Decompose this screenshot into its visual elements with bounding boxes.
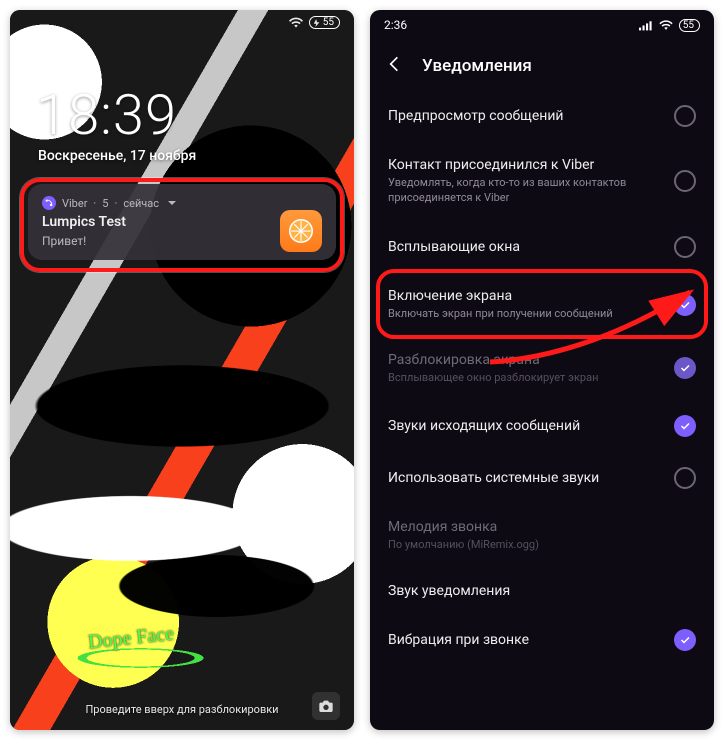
lockscreen-clock: 18:39 (36, 82, 177, 148)
settings-row-7: Мелодия звонка По умолчанию (MiRemix.ogg) (370, 504, 714, 568)
settings-row-4: Разблокировка экрана Всплывающее окно раз… (370, 337, 714, 401)
row-title: Включение экрана (388, 288, 664, 304)
row-title: Вибрация при звонке (388, 632, 664, 648)
back-button[interactable] (384, 54, 404, 78)
check-on-icon (674, 357, 696, 379)
wifi-icon (659, 20, 673, 31)
settings-phone: 2:36 55 Уведомления Предпросмотр сообщен… (370, 10, 714, 730)
settings-row-9[interactable]: Вибрация при звонке (370, 614, 714, 666)
row-title: Использовать системные звуки (388, 470, 664, 486)
battery-indicator: 55 (679, 19, 700, 32)
chevron-down-icon (167, 198, 177, 208)
radio-off-icon[interactable] (674, 236, 696, 258)
row-title: Разблокировка экрана (388, 352, 664, 368)
camera-icon (318, 698, 334, 714)
camera-shortcut[interactable] (312, 692, 340, 720)
viber-icon (42, 196, 56, 210)
wifi-icon (289, 17, 303, 29)
row-title: Звуки исходящих сообщений (388, 418, 664, 434)
settings-row-3[interactable]: Включение экрана Включать экран при получ… (370, 273, 714, 337)
battery-indicator: 55 (309, 16, 340, 29)
row-subtitle: Уведомлять, когда кто-то из ваших контак… (388, 176, 664, 206)
row-subtitle: Всплывающее окно разблокирует экран (388, 371, 664, 386)
settings-header: Уведомления (370, 46, 714, 86)
status-bar-right: 2:36 55 (384, 18, 700, 32)
notification-card[interactable]: Viber · 5 · сейчас Lumpics Test Привет! (28, 184, 336, 260)
radio-off-icon[interactable] (674, 105, 696, 127)
settings-row-2[interactable]: Всплывающие окна (370, 221, 714, 273)
notification-time: сейчас (123, 197, 159, 210)
battery-level: 55 (683, 20, 694, 31)
back-icon (384, 54, 404, 74)
status-time: 2:36 (384, 18, 407, 32)
battery-level: 55 (323, 17, 334, 28)
row-subtitle: По умолчанию (MiRemix.ogg) (388, 538, 696, 553)
settings-row-5[interactable]: Звуки исходящих сообщений (370, 400, 714, 452)
row-title: Контакт присоединился к Viber (388, 157, 664, 173)
check-on-icon[interactable] (674, 629, 696, 651)
swipe-hint: Проведите вверх для разблокировки (10, 703, 354, 716)
status-bar-left: 55 (289, 16, 340, 29)
row-subtitle: Включать экран при получении сообщений (388, 307, 664, 322)
notification-app: Viber (62, 197, 87, 210)
settings-row-0[interactable]: Предпросмотр сообщений (370, 90, 714, 142)
settings-row-1[interactable]: Контакт присоединился к Viber Уведомлять,… (370, 142, 714, 221)
row-title: Мелодия звонка (388, 519, 696, 535)
check-on-icon[interactable] (674, 415, 696, 437)
notification-header: Viber · 5 · сейчас (42, 196, 322, 210)
signal-icon (639, 20, 653, 31)
settings-list: Предпросмотр сообщений Контакт присоедини… (370, 90, 714, 730)
radio-off-icon[interactable] (674, 467, 696, 489)
page-title: Уведомления (422, 56, 532, 76)
row-title: Звук уведомления (388, 583, 696, 599)
settings-row-8[interactable]: Звук уведомления (370, 568, 714, 614)
settings-row-6[interactable]: Использовать системные звуки (370, 452, 714, 504)
orange-slice-icon (280, 210, 322, 252)
row-title: Предпросмотр сообщений (388, 108, 664, 124)
lockscreen-date: Воскресенье, 17 ноября (38, 148, 196, 164)
check-on-icon[interactable] (674, 294, 696, 316)
row-title: Всплывающие окна (388, 239, 664, 255)
lockscreen-phone: 55 18:39 Воскресенье, 17 ноября Viber · … (10, 10, 354, 730)
notification-count: 5 (102, 197, 108, 210)
radio-off-icon[interactable] (674, 170, 696, 192)
